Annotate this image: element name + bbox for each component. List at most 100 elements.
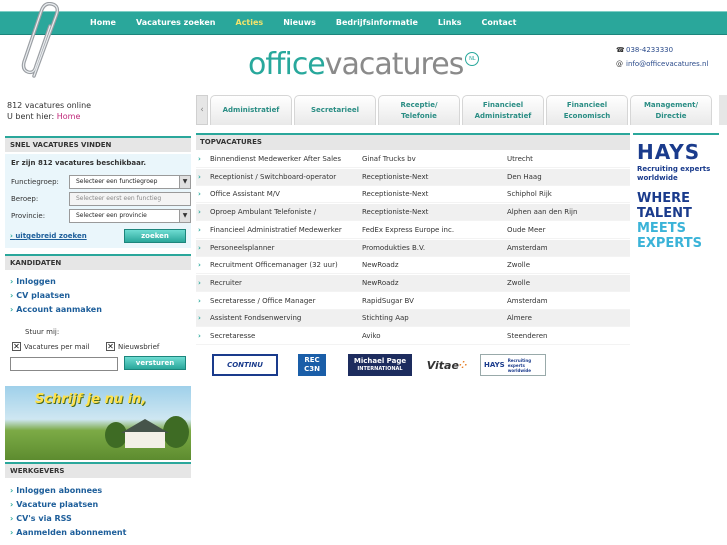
candidate-login-link[interactable]: › Inloggen	[10, 277, 56, 286]
roof-shape	[121, 419, 169, 433]
vitae-logo[interactable]: Vitae ⁘	[422, 354, 472, 376]
online-count: 812 vacatures online	[7, 101, 92, 110]
nav-contact[interactable]: Contact	[472, 12, 527, 34]
category-label: Financieel	[566, 100, 608, 109]
category-tab-secretarieel[interactable]: Secretarieel	[294, 95, 376, 125]
table-row[interactable]: › Secretaresse / Office Manager RapidSugar…	[196, 293, 630, 310]
reccen-bottom: C3N	[304, 365, 320, 373]
continu-logo[interactable]: CONTINU	[212, 354, 278, 376]
contact-email[interactable]: info@officevacatures.nl	[626, 60, 708, 68]
breadcrumb-home[interactable]: Home	[57, 112, 81, 121]
functiegroep-label: Functiegroep:	[11, 178, 59, 186]
tabs-scroll-left[interactable]: ‹	[196, 95, 208, 125]
arrow-icon: ›	[10, 305, 14, 314]
michael-page-logo[interactable]: Michael Page INTERNATIONAL	[348, 354, 412, 376]
arrow-icon: ›	[198, 278, 201, 287]
category-tab-receptie[interactable]: Receptie/Telefonie	[378, 95, 460, 125]
michael-page-sub: INTERNATIONAL	[357, 366, 403, 372]
job-company: Receptioniste-Next	[362, 208, 429, 217]
search-header: SNEL VACATURES VINDEN	[5, 136, 191, 152]
category-tab-financieel-administratief[interactable]: Financieel Administratief	[462, 95, 544, 125]
nav-acties[interactable]: Acties	[226, 12, 274, 34]
checkbox-checked-icon: ✕	[106, 342, 115, 351]
job-title: Secretaresse / Office Manager	[210, 296, 316, 305]
job-location: Den Haag	[507, 172, 542, 181]
table-row[interactable]: › Recruitment Officemanager (32 uur) NewRo…	[196, 257, 630, 275]
email-input[interactable]	[10, 357, 118, 371]
reccen-logo[interactable]: REC C3N	[298, 354, 326, 376]
nav-bedrijfsinformatie[interactable]: Bedrijfsinformatie	[326, 12, 428, 34]
send-button[interactable]: versturen	[124, 356, 186, 370]
arrow-icon: ›	[10, 486, 14, 495]
employer-login-link[interactable]: › Inloggen abonnees	[10, 486, 102, 495]
link-label: Aanmelden abonnement	[16, 528, 127, 537]
topvacatures-header: TOPVACATURES	[196, 133, 630, 150]
table-row[interactable]: › Personeelsplanner Promodukties B.V. Amste…	[196, 239, 630, 257]
advanced-search-link[interactable]: › uitgebreid zoeken	[10, 232, 87, 240]
nav-links[interactable]: Links	[428, 12, 472, 34]
hays-advertisement[interactable]: HAYS Recruiting experts worldwide WHERE T…	[633, 133, 719, 258]
hays-logo[interactable]: HAYS Recruiting experts worldwide	[480, 354, 546, 376]
vitae-name: Vitae	[426, 358, 459, 372]
job-company: Ginaf Trucks bv	[362, 155, 416, 163]
aanmelden-abonnement-link[interactable]: › Aanmelden abonnement	[10, 528, 126, 537]
search-button[interactable]: zoeken	[124, 229, 186, 243]
cv-rss-link[interactable]: › CV's via RSS	[10, 514, 72, 523]
job-title: Personeelsplanner	[210, 243, 275, 252]
signup-banner[interactable]: Schrijf je nu in,	[5, 386, 191, 460]
category-tab-administratief[interactable]: Administratief	[210, 95, 292, 125]
job-location: Alphen aan den Rijn	[507, 208, 578, 217]
candidates-header: KANDIDATEN	[5, 254, 191, 270]
status-info: 812 vacatures online U bent hier: Home	[7, 100, 91, 122]
job-company: Receptioniste-Next	[362, 190, 429, 199]
logo-nl-badge: NL	[465, 52, 480, 66]
beroep-select[interactable]: Selecteer eerst een functieg	[69, 192, 191, 206]
category-label: Financieel	[482, 100, 524, 109]
contact-phone: 038-4233330	[626, 46, 674, 54]
link-label: Account aanmaken	[16, 305, 102, 314]
job-company: Stichting Aap	[362, 314, 409, 323]
job-location: Amsterdam	[507, 243, 548, 252]
hays-name: HAYS	[484, 361, 505, 369]
job-location: Oude Meer	[507, 225, 546, 234]
arrow-icon: ›	[198, 155, 201, 163]
job-company: Aviko	[362, 332, 381, 340]
table-row[interactable]: › Financieel Administratief Medewerker Fed…	[196, 222, 630, 239]
job-title: Binnendienst Medewerker After Sales	[210, 155, 341, 163]
category-tab-management[interactable]: Management/Directie	[630, 95, 712, 125]
job-location: Almere	[507, 314, 532, 323]
table-row[interactable]: › Binnendienst Medewerker After Sales Gina…	[196, 151, 630, 168]
top-navbar: Home Vacatures zoeken Acties Nieuws Bedr…	[0, 11, 727, 35]
cv-plaatsen-link[interactable]: › CV plaatsen	[10, 291, 70, 300]
tabs-scroll-right[interactable]	[719, 95, 727, 125]
job-company: Promodukties B.V.	[362, 243, 426, 252]
vacatures-per-mail-checkbox[interactable]: ✕ Vacatures per mail	[12, 342, 90, 351]
vacature-plaatsen-link[interactable]: › Vacature plaatsen	[10, 500, 98, 509]
functiegroep-select[interactable]: Selecteer een functiegroep ▼	[69, 175, 191, 189]
category-tab-financieel-economisch[interactable]: Financieel Economisch	[546, 95, 628, 125]
table-row[interactable]: › Recruiter NewRoadz Zwolle	[196, 274, 630, 292]
table-row[interactable]: › Assistent Fondsenwerving Stichting Aap Al…	[196, 310, 630, 328]
table-row[interactable]: › Oproep Ambulant Telefoniste / Receptioni…	[196, 204, 630, 222]
banner-text: Schrijf je nu in,	[35, 392, 147, 407]
job-company: NewRoadz	[362, 261, 399, 270]
table-row[interactable]: › Secretaresse Aviko Steenderen	[196, 328, 630, 345]
nav-vacatures-zoeken[interactable]: Vacatures zoeken	[126, 12, 226, 34]
arrow-icon: ›	[10, 528, 14, 537]
category-label: Management/	[643, 100, 699, 109]
link-label: Inloggen	[16, 277, 56, 286]
nieuwsbrief-checkbox[interactable]: ✕ Nieuwsbrief	[106, 342, 159, 351]
provincie-select[interactable]: Selecteer een provincie ▼	[69, 209, 191, 223]
hays-ad-tag2: worldwide	[637, 174, 678, 182]
hays-sub: Recruiting experts worldwide	[507, 357, 532, 373]
arrow-icon: ›	[198, 332, 201, 340]
account-aanmaken-link[interactable]: › Account aanmaken	[10, 305, 102, 314]
table-row[interactable]: › Receptionist / Switchboard-operator Rece…	[196, 168, 630, 186]
nav-home[interactable]: Home	[80, 12, 126, 34]
site-logo[interactable]: officevacatures NL	[248, 47, 480, 82]
chevron-down-icon: ▼	[179, 176, 190, 188]
table-row[interactable]: › Office Assistant M/V Receptioniste-Next S…	[196, 186, 630, 204]
job-location: Zwolle	[507, 261, 530, 270]
arrow-icon: ›	[198, 225, 201, 234]
nav-nieuws[interactable]: Nieuws	[273, 12, 326, 34]
